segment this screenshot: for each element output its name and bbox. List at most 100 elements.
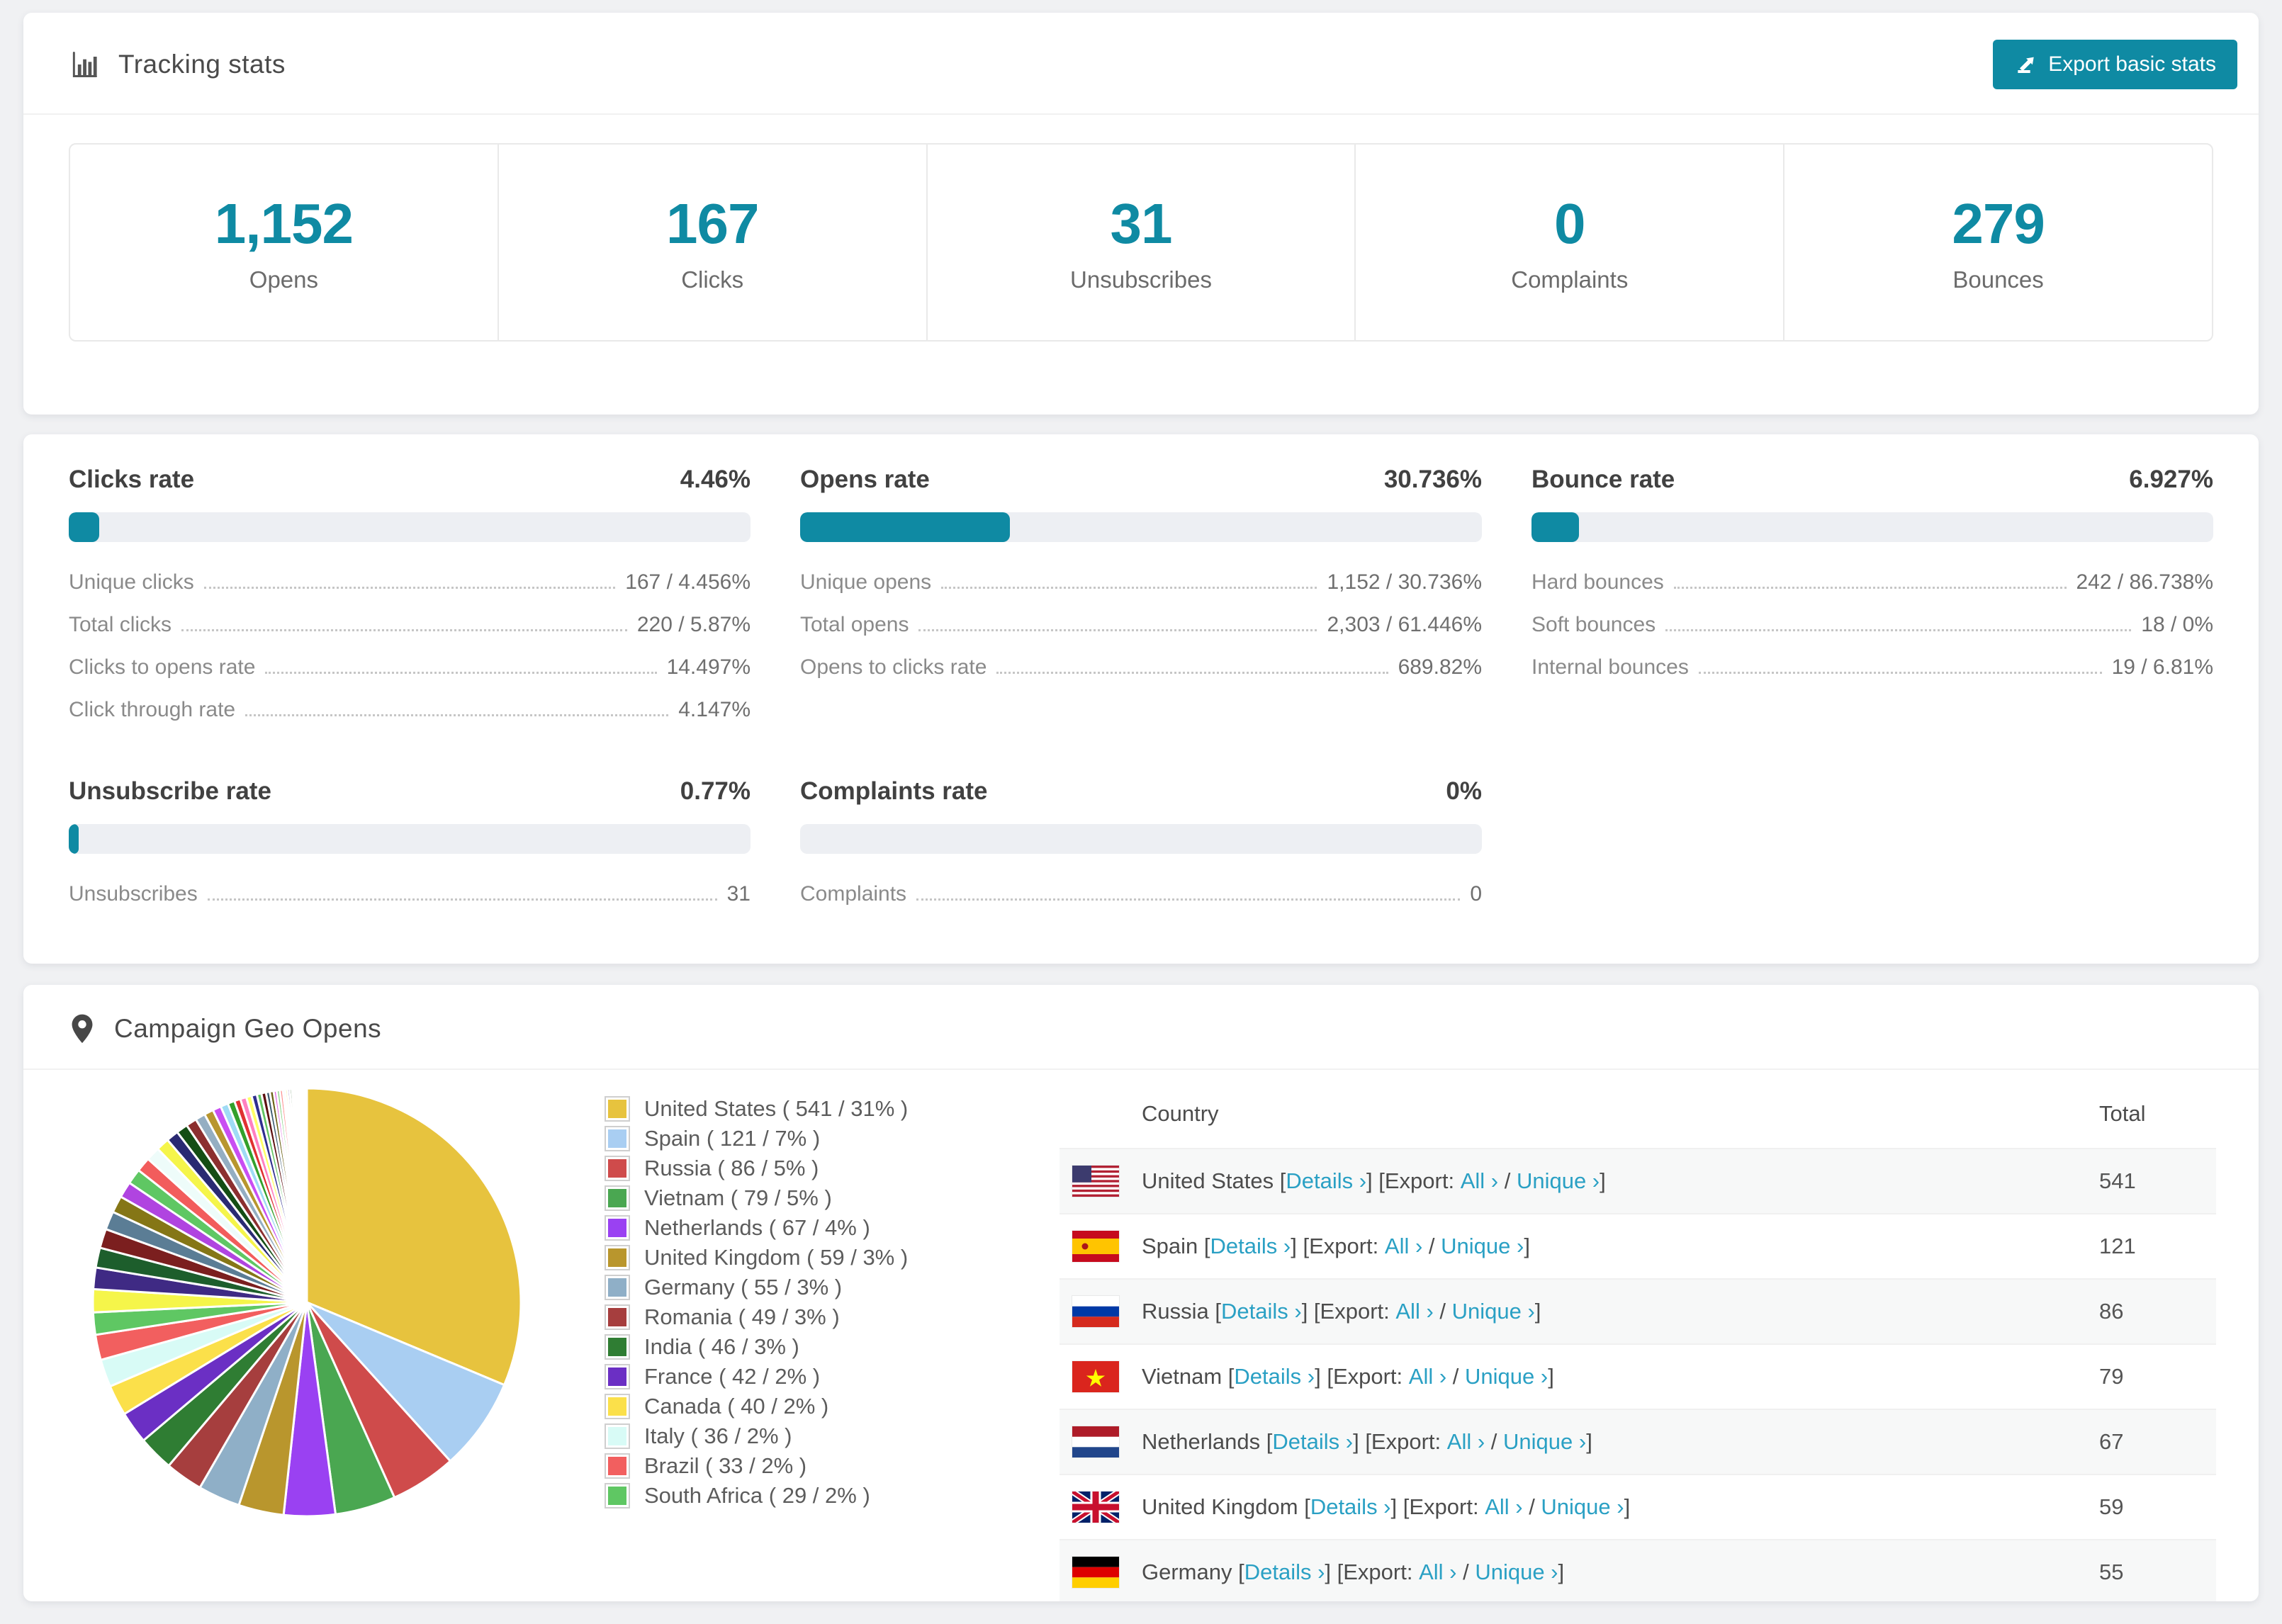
export-unique-link[interactable]: Unique › — [1441, 1234, 1524, 1259]
geo-legend: United States ( 541 / 31% ) Spain ( 121 … — [605, 1094, 1003, 1511]
metric-row: Complaints 0 — [800, 882, 1482, 906]
details-link[interactable]: Details › — [1234, 1364, 1315, 1389]
page-title: Tracking stats — [118, 50, 286, 79]
export-all-link[interactable]: All › — [1461, 1168, 1498, 1194]
export-unique-link[interactable]: Unique › — [1465, 1364, 1548, 1389]
stat-box: 0 Complaints — [1356, 145, 1785, 340]
metric-value: 14.497% — [666, 655, 751, 679]
geo-pie-chart — [87, 1083, 527, 1522]
progress-bar — [69, 824, 751, 854]
dotted-leader — [1698, 672, 2102, 674]
export-basic-stats-button[interactable]: Export basic stats — [1993, 40, 2237, 89]
metric-value: 242 / 86.738% — [2076, 570, 2214, 594]
metric-value: 167 / 4.456% — [625, 570, 751, 594]
export-unique-link[interactable]: Unique › — [1452, 1299, 1535, 1324]
bar-chart-icon — [69, 49, 100, 80]
export-unique-link[interactable]: Unique › — [1517, 1168, 1600, 1194]
metric-value: 1,152 / 30.736% — [1327, 570, 1482, 594]
legend-item[interactable]: India ( 46 / 3% ) — [605, 1332, 1003, 1362]
geo-title: Campaign Geo Opens — [114, 1014, 382, 1043]
export-all-link[interactable]: All › — [1447, 1429, 1485, 1455]
legend-swatch — [605, 1364, 630, 1389]
metric-row: Unique clicks 167 / 4.456% — [69, 570, 751, 594]
export-unique-link[interactable]: Unique › — [1475, 1560, 1558, 1585]
legend-item[interactable]: Spain ( 121 / 7% ) — [605, 1124, 1003, 1154]
export-all-link[interactable]: All › — [1419, 1560, 1456, 1585]
dotted-leader — [916, 898, 1461, 901]
rate-rows: Complaints 0 — [800, 882, 1482, 906]
rate-block: Unsubscribe rate 0.77% Unsubscribes 31 — [69, 777, 751, 925]
legend-item[interactable]: South Africa ( 29 / 2% ) — [605, 1481, 1003, 1511]
legend-item[interactable]: United Kingdom ( 59 / 3% ) — [605, 1243, 1003, 1273]
metric-row: Total clicks 220 / 5.87% — [69, 613, 751, 637]
metric-row: Unique opens 1,152 / 30.736% — [800, 570, 1482, 594]
details-link[interactable]: Details › — [1272, 1429, 1353, 1455]
metric-row: Opens to clicks rate 689.82% — [800, 655, 1482, 680]
country-name: United States — [1142, 1168, 1274, 1193]
details-link[interactable]: Details › — [1244, 1560, 1325, 1585]
legend-item[interactable]: Italy ( 36 / 2% ) — [605, 1421, 1003, 1451]
table-row: United Kingdom [ Details › ] [Export: Al… — [1060, 1474, 2216, 1539]
dotted-leader — [1673, 587, 2067, 589]
details-link[interactable]: Details › — [1210, 1234, 1291, 1259]
details-link[interactable]: Details › — [1310, 1494, 1391, 1520]
details-link[interactable]: Details › — [1221, 1299, 1302, 1324]
rate-block: Bounce rate 6.927% Hard bounces 242 / 86… — [1531, 466, 2213, 740]
details-link[interactable]: Details › — [1286, 1168, 1366, 1194]
metric-row: Click through rate 4.147% — [69, 698, 751, 722]
export-unique-link[interactable]: Unique › — [1541, 1494, 1624, 1520]
export-all-link[interactable]: All › — [1385, 1234, 1422, 1259]
metric-value: 0 — [1470, 882, 1482, 906]
dotted-leader — [918, 629, 1317, 631]
legend-item[interactable]: Netherlands ( 67 / 4% ) — [605, 1213, 1003, 1243]
legend-item[interactable]: Romania ( 49 / 3% ) — [605, 1302, 1003, 1332]
country-total: 121 — [2099, 1234, 2136, 1258]
rate-title: Opens rate — [800, 466, 930, 493]
metric-label: Unique clicks — [69, 570, 194, 594]
progress-bar — [800, 824, 1482, 854]
export-unique-link[interactable]: Unique › — [1503, 1429, 1586, 1455]
country-name: Netherlands — [1142, 1429, 1261, 1454]
legend-label: Vietnam ( 79 / 5% ) — [644, 1185, 832, 1210]
export-all-link[interactable]: All › — [1395, 1299, 1433, 1324]
legend-item[interactable]: Germany ( 55 / 3% ) — [605, 1273, 1003, 1302]
legend-item[interactable]: Canada ( 40 / 2% ) — [605, 1392, 1003, 1421]
rate-headline-value: 30.736% — [1383, 466, 1482, 493]
metric-value: 18 / 0% — [2141, 613, 2213, 636]
geo-table: Country Total United States [ Details › … — [1060, 1083, 2216, 1601]
metric-label: Complaints — [800, 882, 907, 906]
export-all-link[interactable]: All › — [1409, 1364, 1446, 1389]
stat-label: Complaints — [1511, 266, 1629, 293]
export-all-link[interactable]: All › — [1485, 1494, 1522, 1520]
table-row: Germany [ Details › ] [Export: All › / U… — [1060, 1539, 2216, 1601]
country-name: Germany — [1142, 1560, 1232, 1584]
legend-swatch — [605, 1245, 630, 1270]
stat-value: 279 — [1952, 192, 2045, 255]
legend-item[interactable]: Vietnam ( 79 / 5% ) — [605, 1183, 1003, 1213]
legend-label: France ( 42 / 2% ) — [644, 1364, 821, 1389]
country-total: 67 — [2099, 1429, 2124, 1454]
stat-label: Bounces — [1952, 266, 2044, 293]
table-row: Netherlands [ Details › ] [Export: All ›… — [1060, 1409, 2216, 1474]
rate-headline-value: 0% — [1446, 777, 1482, 805]
legend-label: Canada ( 40 / 2% ) — [644, 1394, 829, 1419]
geo-content: United States ( 541 / 31% ) Spain ( 121 … — [23, 1070, 2259, 1601]
rate-rows: Hard bounces 242 / 86.738% Soft bounces … — [1531, 570, 2213, 680]
legend-item[interactable]: Russia ( 86 / 5% ) — [605, 1154, 1003, 1183]
progress-bar — [1531, 512, 2213, 542]
metric-value: 31 — [726, 882, 751, 906]
rate-block: Clicks rate 4.46% Unique clicks 167 / 4.… — [69, 466, 751, 740]
stat-label: Opens — [249, 266, 319, 293]
country-flag-icon — [1072, 1426, 1119, 1457]
legend-item[interactable]: Brazil ( 33 / 2% ) — [605, 1451, 1003, 1481]
legend-item[interactable]: United States ( 541 / 31% ) — [605, 1094, 1003, 1124]
metric-label: Internal bounces — [1531, 655, 1689, 679]
stat-label: Unsubscribes — [1070, 266, 1212, 293]
geo-table-body: United States [ Details › ] [Export: All… — [1060, 1148, 2216, 1601]
legend-item[interactable]: France ( 42 / 2% ) — [605, 1362, 1003, 1392]
geo-opens-card: Campaign Geo Opens United States ( 541 /… — [23, 985, 2259, 1601]
geo-header: Campaign Geo Opens — [23, 985, 2259, 1070]
dotted-leader — [181, 629, 627, 631]
metric-label: Hard bounces — [1531, 570, 1664, 594]
legend-swatch — [605, 1453, 630, 1479]
